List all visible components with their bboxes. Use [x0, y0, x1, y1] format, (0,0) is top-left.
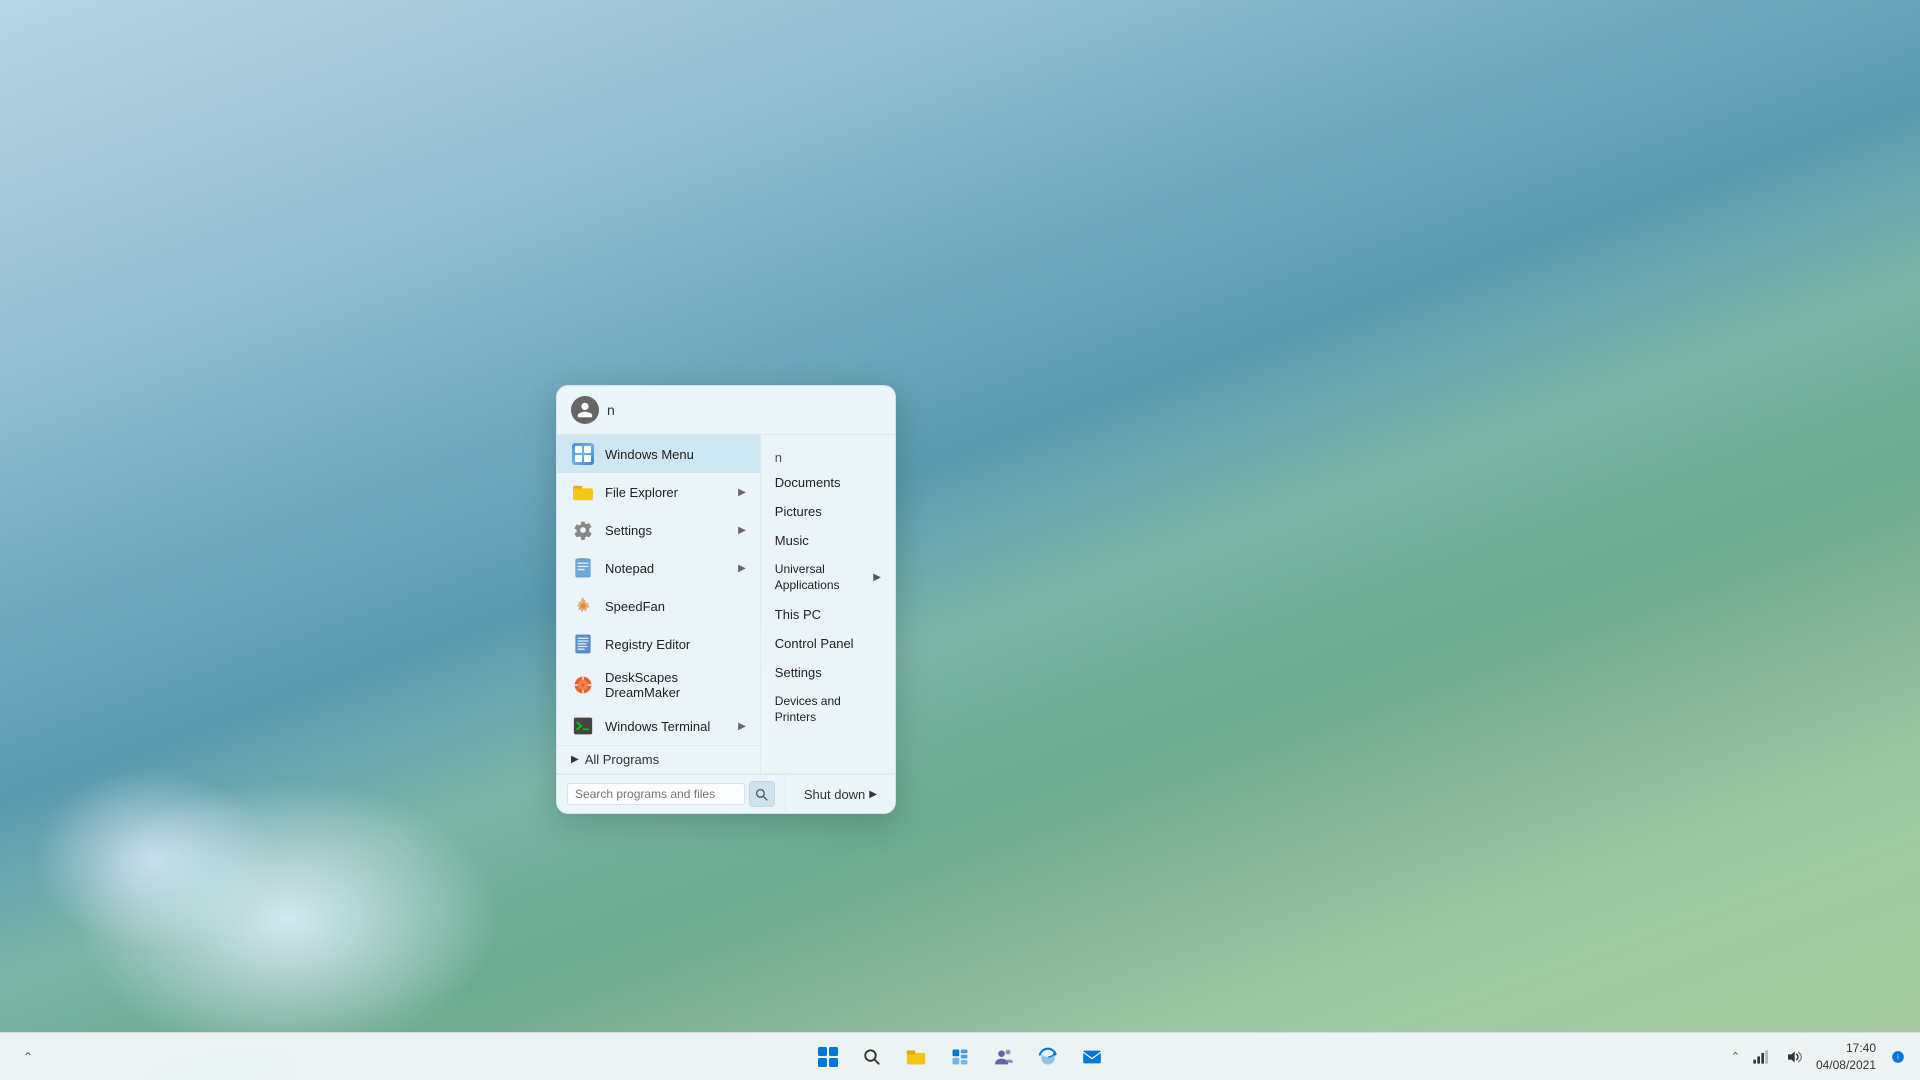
app-item-settings[interactable]: Settings ▶ — [557, 511, 760, 549]
settings-place-label: Settings — [775, 665, 822, 680]
pictures-label: Pictures — [775, 504, 822, 519]
settings-icon — [571, 518, 595, 542]
control-panel-label: Control Panel — [775, 636, 854, 651]
places-header: n — [761, 443, 895, 468]
settings-arrow: ▶ — [738, 525, 746, 536]
menu-body: Windows Menu File Explorer ▶ — [557, 435, 895, 773]
app-item-registry-editor[interactable]: Registry Editor — [557, 625, 760, 663]
taskbar-left: ⌃ — [8, 1037, 48, 1077]
taskbar-right: ⌃ — [1731, 1040, 1912, 1074]
universal-apps-arrow: ▶ — [873, 572, 881, 583]
apps-panel: Windows Menu File Explorer ▶ — [557, 435, 761, 773]
place-this-pc[interactable]: This PC — [761, 600, 895, 629]
widgets-taskbar-button[interactable] — [940, 1037, 980, 1077]
app-item-notepad[interactable]: Notepad ▶ — [557, 549, 760, 587]
all-programs-item[interactable]: ▶ All Programs — [557, 745, 760, 773]
app-item-deskscapes[interactable]: DeskScapes DreamMaker — [557, 663, 760, 707]
file-explorer-icon — [571, 480, 595, 504]
place-devices-printers[interactable]: Devices and Printers — [761, 687, 895, 732]
edge-taskbar-button[interactable] — [1028, 1037, 1068, 1077]
universal-apps-label: Universal Applications — [775, 562, 870, 593]
start-button[interactable] — [808, 1037, 848, 1077]
search-taskbar-button[interactable] — [852, 1037, 892, 1077]
teams-taskbar-button[interactable] — [984, 1037, 1024, 1077]
show-hidden-tray-button[interactable]: ⌃ — [1731, 1050, 1740, 1063]
place-settings[interactable]: Settings — [761, 658, 895, 687]
app-item-windows-terminal[interactable]: Windows Terminal ▶ — [557, 707, 760, 745]
search-programs-button[interactable] — [749, 781, 775, 807]
app-label-registry-editor: Registry Editor — [605, 637, 746, 652]
shutdown-button[interactable]: Shut down ▶ — [796, 784, 885, 805]
place-music[interactable]: Music — [761, 526, 895, 555]
app-label-settings: Settings — [605, 523, 738, 538]
app-label-speedfan: SpeedFan — [605, 599, 746, 614]
registry-editor-icon — [571, 632, 595, 656]
place-pictures[interactable]: Pictures — [761, 497, 895, 526]
app-label-windows-terminal: Windows Terminal — [605, 719, 738, 734]
mail-taskbar-button[interactable] — [1072, 1037, 1112, 1077]
taskbar-center — [808, 1037, 1112, 1077]
show-hidden-icons-button[interactable]: ⌃ — [8, 1037, 48, 1077]
notepad-icon — [571, 556, 595, 580]
user-avatar — [571, 396, 599, 424]
place-documents[interactable]: Documents — [761, 468, 895, 497]
bottom-search-area — [557, 774, 785, 813]
places-panel: n Documents Pictures Music Universal App… — [761, 435, 895, 773]
shutdown-area: Shut down ▶ — [785, 774, 895, 813]
action-center-button[interactable]: i — [1884, 1043, 1912, 1071]
place-universal-apps[interactable]: Universal Applications ▶ — [761, 555, 895, 600]
shutdown-arrow: ▶ — [869, 789, 877, 800]
app-item-windows-menu[interactable]: Windows Menu — [557, 435, 760, 473]
clock-time: 17:40 — [1816, 1040, 1876, 1057]
app-label-deskscapes: DeskScapes DreamMaker — [605, 670, 746, 700]
this-pc-label: This PC — [775, 607, 821, 622]
speedfan-icon — [571, 594, 595, 618]
search-query-display: n — [607, 402, 615, 418]
file-explorer-taskbar[interactable] — [896, 1037, 936, 1077]
devices-printers-label: Devices and Printers — [775, 694, 881, 725]
search-programs-input[interactable] — [567, 783, 745, 805]
start-menu-header: n — [557, 386, 895, 435]
deskscapes-icon — [571, 673, 595, 697]
menu-footer: Shut down ▶ — [557, 773, 895, 813]
landscape-decoration — [0, 440, 1920, 1040]
system-clock[interactable]: 17:40 04/08/2021 — [1816, 1040, 1876, 1074]
network-tray-icon[interactable] — [1746, 1043, 1774, 1071]
app-label-windows-menu: Windows Menu — [605, 447, 746, 462]
taskbar: ⌃ — [0, 1032, 1920, 1080]
terminal-arrow: ▶ — [738, 721, 746, 732]
place-control-panel[interactable]: Control Panel — [761, 629, 895, 658]
all-programs-arrow-icon: ▶ — [571, 754, 579, 765]
notification-area: ⌃ — [1731, 1043, 1808, 1071]
app-item-speedfan[interactable]: SpeedFan — [557, 587, 760, 625]
music-label: Music — [775, 533, 809, 548]
volume-tray-icon[interactable] — [1780, 1043, 1808, 1071]
windows-terminal-icon — [571, 714, 595, 738]
documents-label: Documents — [775, 475, 841, 490]
windows-menu-icon — [571, 442, 595, 466]
all-programs-label: All Programs — [585, 752, 659, 767]
app-item-file-explorer[interactable]: File Explorer ▶ — [557, 473, 760, 511]
file-explorer-arrow: ▶ — [738, 487, 746, 498]
shutdown-label: Shut down — [804, 787, 865, 802]
app-label-notepad: Notepad — [605, 561, 738, 576]
start-menu: n Windows Menu — [556, 385, 896, 814]
clock-date: 04/08/2021 — [1816, 1057, 1876, 1074]
desktop: n Windows Menu — [0, 0, 1920, 1080]
notepad-arrow: ▶ — [738, 563, 746, 574]
app-label-file-explorer: File Explorer — [605, 485, 738, 500]
